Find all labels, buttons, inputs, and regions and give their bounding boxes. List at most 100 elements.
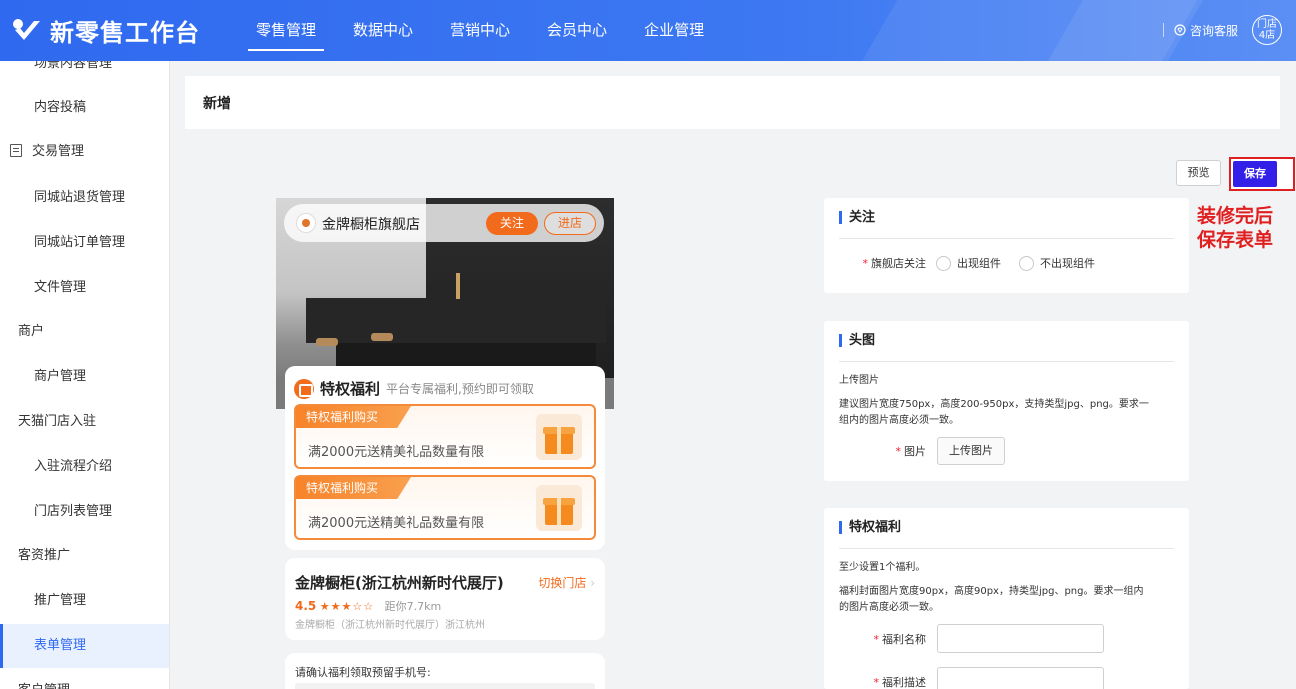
coupon-text: 满2000元送精美礼品数量有限 — [308, 445, 485, 460]
nav-item-enterprise[interactable]: 企业管理 — [628, 0, 720, 61]
help-button[interactable]: 咨询客服 — [1174, 22, 1238, 39]
divider — [839, 361, 1174, 362]
perk-title: 特权福利 — [320, 380, 381, 398]
section-title: 特权福利 — [839, 521, 901, 534]
field-label: * 福利名称 — [873, 632, 927, 646]
enter-store-button[interactable]: 进店 — [544, 212, 596, 235]
field-label: * 福利描述 — [873, 675, 927, 689]
nav-item-retail[interactable]: 零售管理 — [240, 0, 332, 61]
sidebar-item-onboarding-intro[interactable]: 入驻流程介绍 — [0, 445, 169, 489]
perk-hint: 福利封面图片宽度90px，高度90px，持类型jpg、png。要求一组内 — [839, 586, 1144, 597]
perk-hint: 的图片高度必须一致。 — [839, 602, 939, 613]
sidebar-item-label: 交易管理 — [32, 144, 85, 159]
coupon-card[interactable]: 特权福利购买 满2000元送精美礼品数量有限 — [294, 475, 596, 540]
sidebar-item-city-returns[interactable]: 同城站退货管理 — [0, 176, 169, 220]
section-title: 关注 — [839, 211, 875, 224]
divider — [1162, 23, 1164, 37]
radio-hide-component[interactable]: 不出现组件 — [1019, 255, 1095, 271]
annotation-line: 保存表单 — [1197, 229, 1274, 251]
sidebar-item-form-management[interactable]: 表单管理 — [0, 624, 169, 668]
gift-box-icon — [536, 414, 582, 460]
shop-card: 金牌橱柜(浙江杭州新时代展厅) 切换门店 › 4.5 ★★★☆☆ 距你7.7km… — [285, 558, 605, 640]
perk-name-label: 福利名称 — [882, 632, 926, 646]
store-name: 金牌橱柜旗舰店 — [322, 217, 420, 233]
sidebar-item-store-list[interactable]: 门店列表管理 — [0, 490, 169, 534]
perk-card: 特权福利 平台专属福利,预约即可领取 特权福利购买 满2000元送精美礼品数量有… — [285, 366, 605, 550]
sidebar-item-scene-content[interactable]: 场景内容管理 — [0, 61, 169, 86]
perks-panel: 特权福利 至少设置1个福利。 福利封面图片宽度90px，高度90px，持类型jp… — [824, 508, 1189, 689]
follow-button[interactable]: 关注 — [486, 212, 538, 235]
perk-name-input[interactable] — [937, 624, 1104, 653]
sidebar-item-merchant[interactable]: 商户 — [0, 310, 169, 354]
follow-label: 旗舰店关注 — [871, 257, 926, 270]
coupon-tag: 特权福利购买 — [296, 477, 411, 499]
nav-item-marketing[interactable]: 营销中心 — [434, 0, 526, 61]
follow-panel: 关注 * 旗舰店关注 出现组件 不出现组件 — [824, 198, 1189, 293]
annotation-line: 装修完后 — [1197, 205, 1274, 227]
phone-confirm-card: 请确认福利领取预留手机号: — [285, 653, 605, 689]
perk-desc-label: 福利描述 — [882, 675, 926, 689]
perk-desc-row: * 福利描述 — [824, 667, 1189, 689]
document-icon — [10, 144, 22, 157]
app-title: 新零售工作台 — [50, 18, 200, 47]
gift-box-icon — [536, 485, 582, 531]
app-logo[interactable]: 新零售工作台 — [12, 12, 200, 48]
chevron-right-icon: › — [590, 576, 595, 590]
nav-item-data[interactable]: 数据中心 — [337, 0, 429, 61]
avatar-line1: 门店 — [1257, 19, 1277, 30]
section-title: 头图 — [839, 334, 875, 347]
switch-store-link[interactable]: 切换门店 › — [538, 574, 595, 591]
perk-subtitle: 平台专属福利,预约即可领取 — [386, 382, 534, 396]
store-bar: 金牌橱柜旗舰店 关注 进店 — [284, 204, 604, 242]
radio-show-component[interactable]: 出现组件 — [936, 255, 1001, 271]
page-header: 新增 — [185, 76, 1280, 129]
sidebar-item-tmall-store[interactable]: 天猫门店入驻 — [0, 400, 169, 444]
nav-item-members[interactable]: 会员中心 — [531, 0, 623, 61]
sidebar-item-merchant-management[interactable]: 商户管理 — [0, 355, 169, 399]
sidebar-item-content-submission[interactable]: 内容投稿 — [0, 86, 169, 130]
rating-score: 4.5 — [295, 599, 317, 613]
avatar-line2: 4店 — [1258, 30, 1276, 41]
store-logo-icon — [296, 213, 316, 233]
distance: 距你7.7km — [384, 600, 442, 613]
image-field-row: * 图片 上传图片 — [824, 437, 1189, 465]
field-label: * 图片 — [895, 445, 927, 458]
head-image-panel: 头图 上传图片 建议图片宽度750px，高度200-950px，支持类型jpg、… — [824, 321, 1189, 481]
sidebar-item-customer-management[interactable]: 客户管理 — [0, 669, 169, 689]
rating-row: 4.5 ★★★☆☆ 距你7.7km — [295, 598, 441, 614]
perk-name-row: * 福利名称 — [824, 624, 1189, 653]
radio-label: 出现组件 — [957, 257, 1001, 270]
logo-icon — [13, 19, 40, 40]
sidebar-item-city-orders[interactable]: 同城站订单管理 — [0, 221, 169, 265]
sidebar-item-lead-promotion[interactable]: 客资推广 — [0, 534, 169, 578]
sidebar-item-trade[interactable]: 交易管理 — [0, 130, 169, 174]
coupon-card[interactable]: 特权福利购买 满2000元送精美礼品数量有限 — [294, 404, 596, 469]
header-actions: 咨询客服 门店 4店 — [1162, 10, 1282, 50]
perk-hint: 至少设置1个福利。 — [839, 562, 926, 573]
save-button[interactable]: 保存 — [1233, 161, 1277, 187]
support-icon — [1174, 24, 1186, 36]
upload-title: 上传图片 — [839, 375, 879, 386]
radio-icon[interactable] — [936, 255, 951, 271]
perk-desc-input[interactable] — [937, 667, 1104, 689]
coupon-text: 满2000元送精美礼品数量有限 — [308, 516, 485, 531]
sidebar-item-promotion-management[interactable]: 推广管理 — [0, 579, 169, 623]
mobile-preview: 金牌橱柜旗舰店 关注 进店 特权福利 平台专属福利,预约即可领取 特权福利购买 … — [276, 198, 614, 689]
upload-image-button[interactable]: 上传图片 — [937, 437, 1005, 465]
image-label: 图片 — [904, 445, 926, 458]
phone-prompt: 请确认福利领取预留手机号: — [295, 666, 431, 679]
follow-radio-group: * 旗舰店关注 出现组件 不出现组件 — [824, 255, 1189, 271]
radio-icon[interactable] — [1019, 255, 1034, 271]
preview-button[interactable]: 预览 — [1176, 160, 1221, 186]
switch-store-label: 切换门店 — [538, 576, 587, 590]
main-nav: 零售管理 数据中心 营销中心 会员中心 企业管理 — [240, 0, 725, 61]
hero-faucet — [456, 273, 460, 299]
avatar[interactable]: 门店 4店 — [1252, 15, 1282, 45]
top-bar: 新零售工作台 零售管理 数据中心 营销中心 会员中心 企业管理 咨询客服 门店 4… — [0, 0, 1296, 61]
page-title: 新增 — [203, 96, 231, 112]
annotation-text: 装修完后 保存表单 — [1197, 204, 1287, 252]
sidebar-item-files[interactable]: 文件管理 — [0, 266, 169, 310]
divider — [839, 238, 1174, 239]
phone-input[interactable] — [295, 683, 595, 689]
coupon-tag: 特权福利购买 — [296, 406, 411, 428]
